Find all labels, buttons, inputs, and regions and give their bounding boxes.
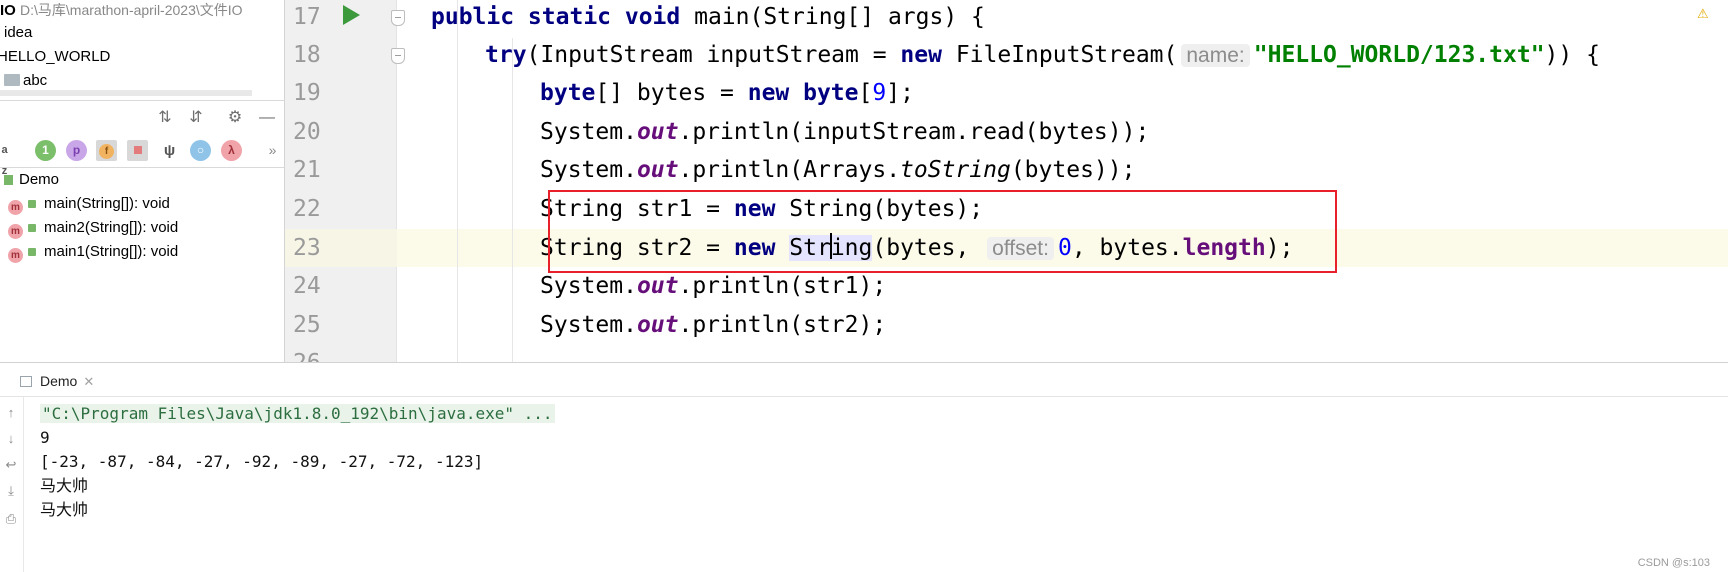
- structure-filter-bar: az 1 p f ψ ○ λ »: [0, 134, 284, 177]
- code-editor[interactable]: 17 18 19 20 21 22 23 24 25 26 public sta…: [284, 0, 1728, 362]
- text-caret: [829, 233, 832, 259]
- structure-member-label: main1(String[]): void: [44, 243, 179, 260]
- horizontal-scrollbar[interactable]: [0, 90, 252, 96]
- line-number: 24: [293, 273, 321, 299]
- public-icon: [28, 224, 36, 232]
- project-tree: IO D:\马库\marathon-april-2023\文件IO idea H…: [0, 0, 284, 96]
- structure-member[interactable]: m main(String[]): void: [8, 192, 170, 216]
- run-tab-bar: Demo ✕: [0, 363, 1728, 397]
- run-icon[interactable]: [343, 5, 360, 25]
- line-number: 22: [293, 196, 321, 222]
- code-line-20: System.out.println(inputStream.read(byte…: [540, 119, 1150, 145]
- structure-member[interactable]: m main1(String[]): void: [8, 240, 178, 264]
- indent-guide: [457, 0, 458, 362]
- editor-gutter: 17 18 19 20 21 22 23 24 25 26: [284, 0, 405, 362]
- minimize-icon[interactable]: —: [256, 107, 278, 129]
- run-tool-window: Demo ✕ ↑ ↓ ↩ ⤓ ⎙ "C:\Program Files\Java\j…: [0, 362, 1728, 572]
- code-line-23: String str2 = new String(bytes, offset: 0…: [540, 233, 1294, 261]
- more-icon[interactable]: »: [262, 140, 283, 161]
- expand-all-icon[interactable]: ⇅: [154, 107, 176, 129]
- fold-icon[interactable]: [391, 10, 405, 26]
- public-icon: [28, 200, 36, 208]
- console-line: 马大帅: [40, 476, 89, 495]
- class-icon: [4, 175, 13, 185]
- tree-item-label: idea: [4, 24, 33, 41]
- warning-icon[interactable]: ⚠: [1697, 6, 1709, 22]
- gear-icon[interactable]: ⚙: [224, 107, 246, 129]
- sort-alpha-icon[interactable]: az: [0, 140, 15, 177]
- show-properties-icon[interactable]: p: [66, 140, 87, 161]
- close-icon[interactable]: ✕: [83, 374, 94, 389]
- tree-item-idea[interactable]: idea: [4, 21, 32, 45]
- line-number: 23: [293, 235, 321, 261]
- method-icon: m: [8, 248, 23, 263]
- folder-icon: [4, 74, 20, 86]
- run-tab-demo[interactable]: Demo ✕: [20, 370, 94, 392]
- structure-member-label: main2(String[]): void: [44, 219, 179, 236]
- left-tool-panel: IO D:\马库\marathon-april-2023\文件IO idea H…: [0, 0, 284, 362]
- sort-visibility-icon[interactable]: 1: [35, 140, 56, 161]
- fold-icon[interactable]: [391, 48, 405, 64]
- scroll-to-end-icon[interactable]: ⤓: [3, 483, 19, 499]
- line-number: 21: [293, 157, 321, 183]
- line-number: 25: [293, 312, 321, 338]
- code-line-21: System.out.println(Arrays.toString(bytes…: [540, 157, 1136, 183]
- structure-member[interactable]: m main2(String[]): void: [8, 216, 178, 240]
- param-hint-name: name:: [1181, 44, 1250, 67]
- show-fields-icon[interactable]: f: [96, 140, 117, 161]
- code-line-19: byte[] bytes = new byte[9];: [540, 80, 914, 106]
- show-anonymous-icon[interactable]: ○: [190, 140, 211, 161]
- line-number: 20: [293, 119, 321, 145]
- method-icon: m: [8, 200, 23, 215]
- public-icon: [28, 248, 36, 256]
- method-icon: m: [8, 224, 23, 239]
- param-hint-offset: offset:: [987, 237, 1054, 260]
- structure-class-demo[interactable]: Demo: [0, 168, 59, 192]
- console-command: "C:\Program Files\Java\jdk1.8.0_192\bin\…: [40, 404, 555, 423]
- arrow-up-icon[interactable]: ↑: [3, 405, 19, 421]
- project-root[interactable]: IO D:\马库\marathon-april-2023\文件IO: [0, 0, 243, 22]
- code-line-17: public static void main(String[] args) {: [431, 4, 985, 30]
- collapse-all-icon[interactable]: ⇵: [185, 107, 207, 129]
- code-line-18: try(InputStream inputStream = new FileIn…: [485, 42, 1600, 68]
- console-line: 马大帅: [40, 500, 89, 519]
- code-line-22: String str1 = new String(bytes);: [540, 196, 984, 222]
- tree-item-hello-world[interactable]: HELLO_WORLD: [0, 45, 110, 69]
- console-command-line: "C:\Program Files\Java\jdk1.8.0_192\bin\…: [40, 401, 555, 427]
- project-root-name: IO: [0, 2, 16, 19]
- structure-class-label: Demo: [19, 171, 60, 188]
- structure-toolbar: ⇅ ⇵ ⚙ —: [0, 100, 284, 134]
- code-line-25: System.out.println(str2);: [540, 312, 887, 338]
- tree-item-label: HELLO_WORLD: [0, 48, 111, 65]
- line-number: 19: [293, 80, 321, 106]
- show-inherited-icon[interactable]: ψ: [159, 140, 180, 161]
- line-number: 18: [293, 42, 321, 68]
- console-line: [-23, -87, -84, -27, -92, -89, -27, -72,…: [40, 452, 484, 471]
- tree-item-label: abc: [23, 72, 48, 89]
- arrow-down-icon[interactable]: ↓: [3, 431, 19, 447]
- show-lambdas-icon[interactable]: λ: [221, 140, 242, 161]
- console-icon: [20, 376, 32, 387]
- project-root-path: D:\马库\marathon-april-2023\文件IO: [20, 2, 243, 18]
- console-line: 9: [40, 428, 50, 447]
- watermark: CSDN @s:103: [1637, 557, 1710, 569]
- line-number: 17: [293, 4, 321, 30]
- print-icon[interactable]: ⎙: [3, 511, 19, 527]
- run-toolbar: ↑ ↓ ↩ ⤓ ⎙: [0, 397, 24, 572]
- line-number: 26: [293, 344, 333, 362]
- show-non-public-icon[interactable]: [127, 140, 148, 161]
- structure-member-label: main(String[]): void: [44, 195, 170, 212]
- indent-guide: [512, 38, 513, 362]
- code-line-24: System.out.println(str1);: [540, 273, 887, 299]
- run-tab-label: Demo: [40, 373, 78, 389]
- soft-wrap-icon[interactable]: ↩: [3, 457, 19, 473]
